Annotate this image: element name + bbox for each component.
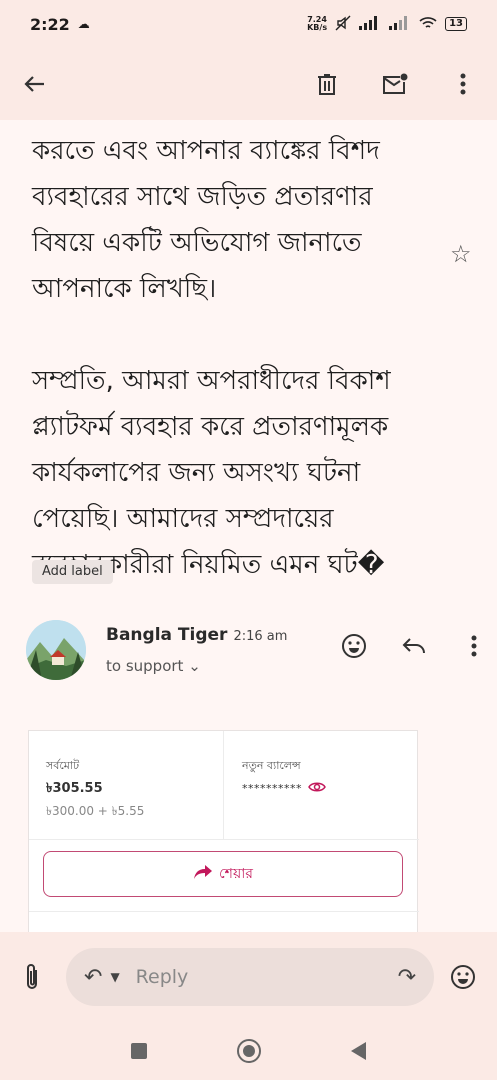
battery-indicator: 13 [445,17,467,31]
sender-actions [340,632,488,660]
card-bottom-divider [29,911,419,912]
total-label: সর্বমোট [46,759,80,772]
wifi-icon [419,16,437,33]
recipient-text: to support [106,657,184,675]
status-icons: 7.24 KB/s 13 [307,15,467,34]
more-vert-icon[interactable] [449,70,477,98]
emoji-reaction-icon[interactable] [340,632,368,660]
balance-section: নতুন ব্যালেন্স ********** [224,731,419,839]
avatar [26,620,86,680]
mute-icon [335,15,351,34]
share-button[interactable]: শেয়ার [43,851,403,897]
total-value: ৳305.55 [46,781,103,796]
signal-2-icon [389,15,411,33]
netspeed: 7.24 KB/s [307,16,327,32]
emoji-icon[interactable] [450,964,476,994]
cloud-icon: ☁ [77,17,90,31]
arrow-left-icon[interactable] [20,70,48,98]
balance-masked-text: ********** [242,782,302,795]
recipient-details[interactable]: to support ⌄ [106,657,201,675]
share-label: শেয়ার [219,866,253,882]
reply-input[interactable]: ↶ ▼ Reply ↷ [66,948,434,1006]
app-bar-actions [313,70,477,98]
eye-icon[interactable] [308,781,326,796]
forward-icon[interactable]: ↷ [398,965,416,990]
delete-icon[interactable] [313,70,341,98]
app-bar [0,48,497,120]
star-icon[interactable]: ☆ [450,240,472,268]
status-bar: 2:22 ☁ 7.24 KB/s 13 [0,0,497,48]
home-icon[interactable] [237,1039,261,1063]
total-breakdown: ৳300.00 + ৳5.55 [46,804,145,818]
reply-icon[interactable] [400,632,428,660]
email-paragraph-2: সম্প্রতি, আমরা অপরাধীদের বিকাশ প্ল্যাটফর… [32,366,391,580]
sender-name-text: Bangla Tiger [106,625,228,645]
email-body: করতে এবং আপনার ব্যাঙ্কের বিশদ ব্যবহারের … [32,128,422,634]
recents-icon[interactable] [131,1043,147,1059]
balance-label: নতুন ব্যালেন্স [242,759,301,772]
sender-time: 2:16 am [233,629,288,644]
reply-bar: ↶ ▼ Reply ↷ [0,932,497,1022]
netspeed-unit: KB/s [307,23,328,32]
email-paragraph-1: করতে এবং আপনার ব্যাঙ্কের বিশদ ব্যবহারের … [32,136,380,304]
status-time: 2:22 [30,14,70,34]
back-icon[interactable] [351,1042,366,1060]
chevron-down-icon: ⌄ [188,657,201,675]
more-vert-icon[interactable] [460,632,488,660]
reply-placeholder: Reply [135,966,189,988]
caret-down-icon[interactable]: ▼ [110,970,119,984]
card-divider [29,839,419,840]
reply-icon: ↶ [84,964,103,990]
add-label-chip[interactable]: Add label [32,560,113,584]
system-nav-bar [0,1022,497,1080]
sender-name: Bangla Tiger 2:16 am [106,625,287,645]
balance-masked: ********** [242,781,326,796]
receipt-card: সর্বমোট ৳305.55 ৳300.00 + ৳5.55 নতুন ব্য… [28,730,419,932]
email-content[interactable]: করতে এবং আপনার ব্যাঙ্কের বিশদ ব্যবহারের … [0,120,497,932]
mark-unread-icon[interactable] [381,70,409,98]
signal-icon [359,15,381,33]
attachment-icon[interactable] [22,962,42,996]
share-icon [193,864,213,884]
total-section: সর্বমোট ৳305.55 ৳300.00 + ৳5.55 [29,731,224,839]
